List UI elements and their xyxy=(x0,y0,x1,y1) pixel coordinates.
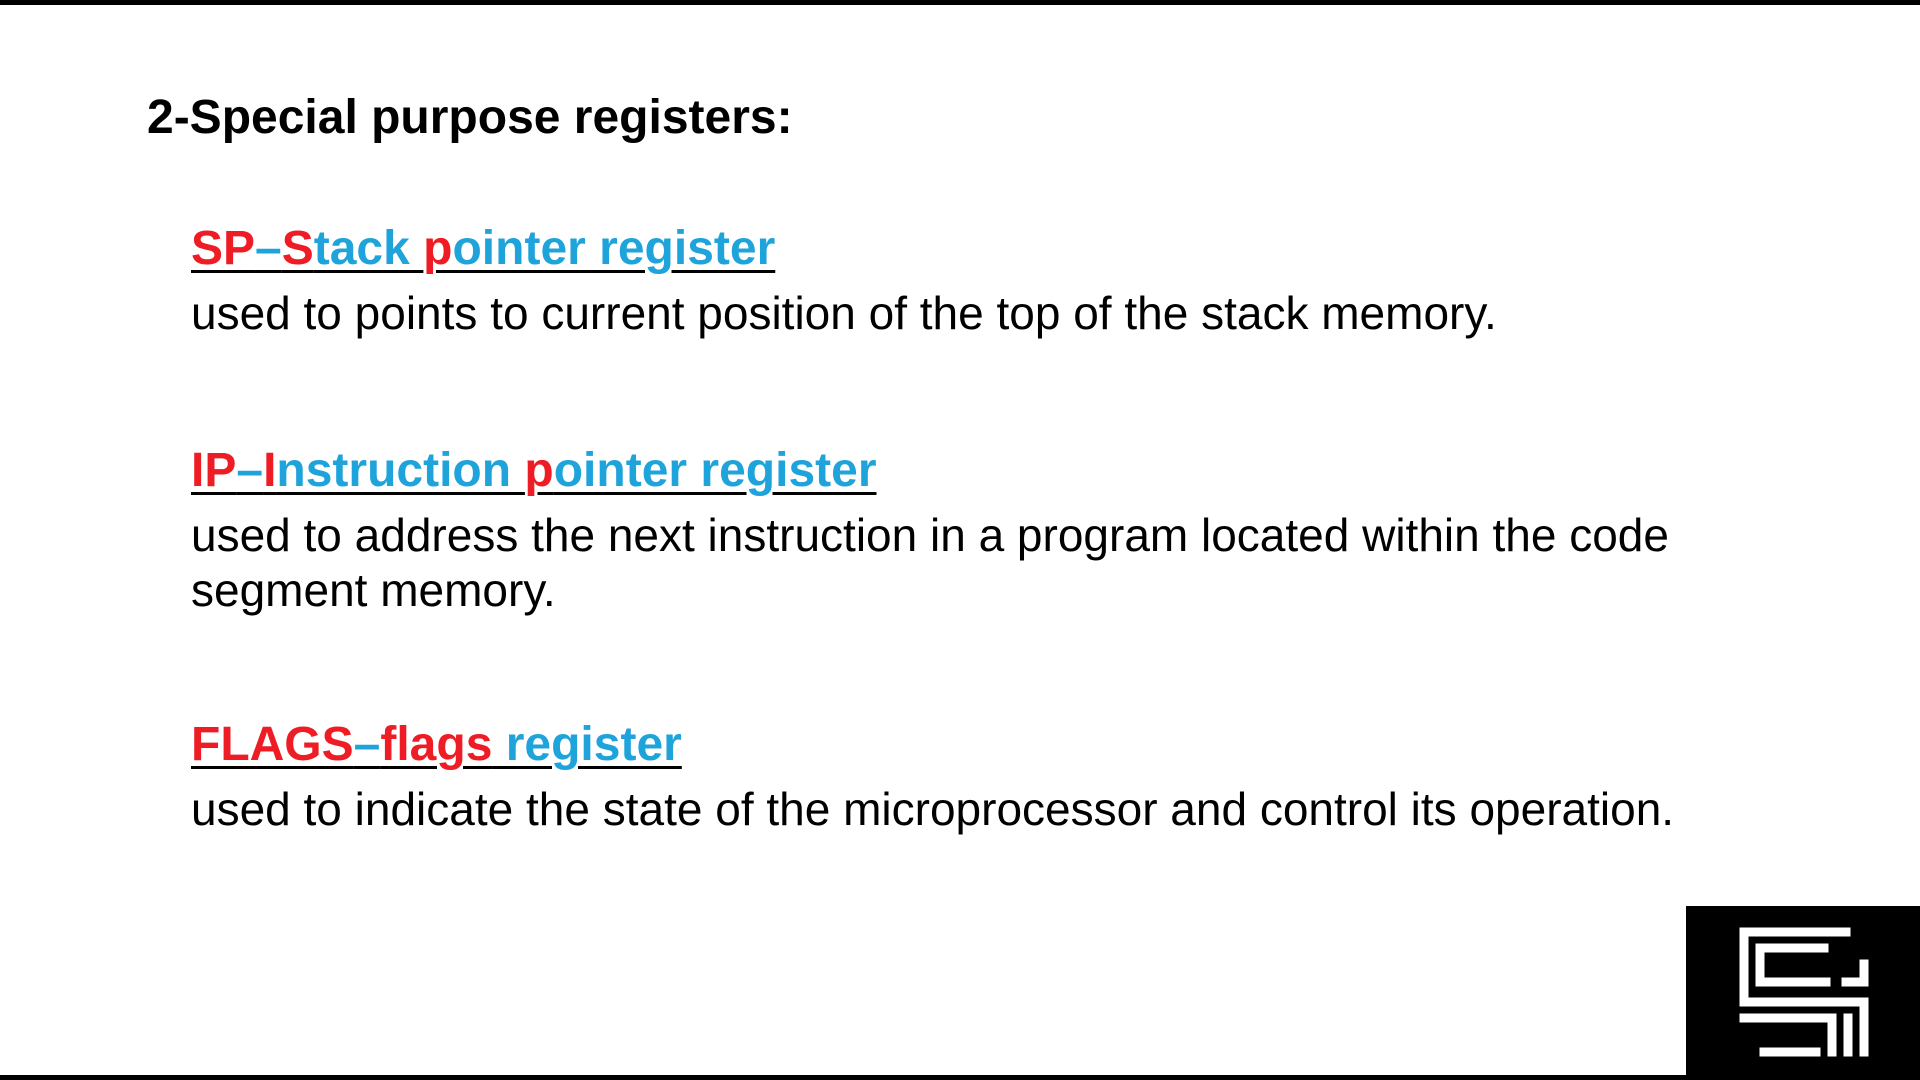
top-border xyxy=(0,0,1920,5)
term-part: nstruction xyxy=(276,444,525,497)
term-part: p xyxy=(524,444,554,497)
register-term-flags: FLAGS–flags register xyxy=(191,714,682,776)
slide-title: 2-Special purpose registers: xyxy=(147,91,793,144)
term-part: – xyxy=(353,718,381,771)
register-entry-flags: FLAGS–flags register used to indicate th… xyxy=(191,714,1751,837)
term-part: – xyxy=(255,222,282,275)
term-part: IP xyxy=(191,444,237,497)
maze-logo-icon xyxy=(1686,906,1920,1075)
term-part: ointer register xyxy=(553,444,877,497)
term-part: tack xyxy=(313,222,424,275)
bottom-border xyxy=(0,1075,1920,1080)
register-entry-ip: IP–Instruction pointer register used to … xyxy=(191,440,1751,618)
term-part: – xyxy=(236,444,264,497)
term-part: p xyxy=(423,222,453,275)
term-part: ointer register xyxy=(452,222,776,275)
term-part: flags xyxy=(380,718,493,771)
term-part: SP xyxy=(191,222,256,275)
term-part: register xyxy=(492,718,682,771)
register-term-sp: SP–Stack pointer register xyxy=(191,218,775,280)
register-description-flags: used to indicate the state of the microp… xyxy=(191,783,1675,835)
register-term-ip: IP–Instruction pointer register xyxy=(191,440,877,502)
term-part: I xyxy=(263,444,277,497)
register-description-ip: used to address the next instruction in … xyxy=(191,509,1669,616)
term-part: FLAGS xyxy=(191,718,354,771)
register-description-sp: used to points to current position of th… xyxy=(191,287,1497,339)
term-part: S xyxy=(281,222,314,275)
register-entry-sp: SP–Stack pointer register used to points… xyxy=(191,218,1751,341)
